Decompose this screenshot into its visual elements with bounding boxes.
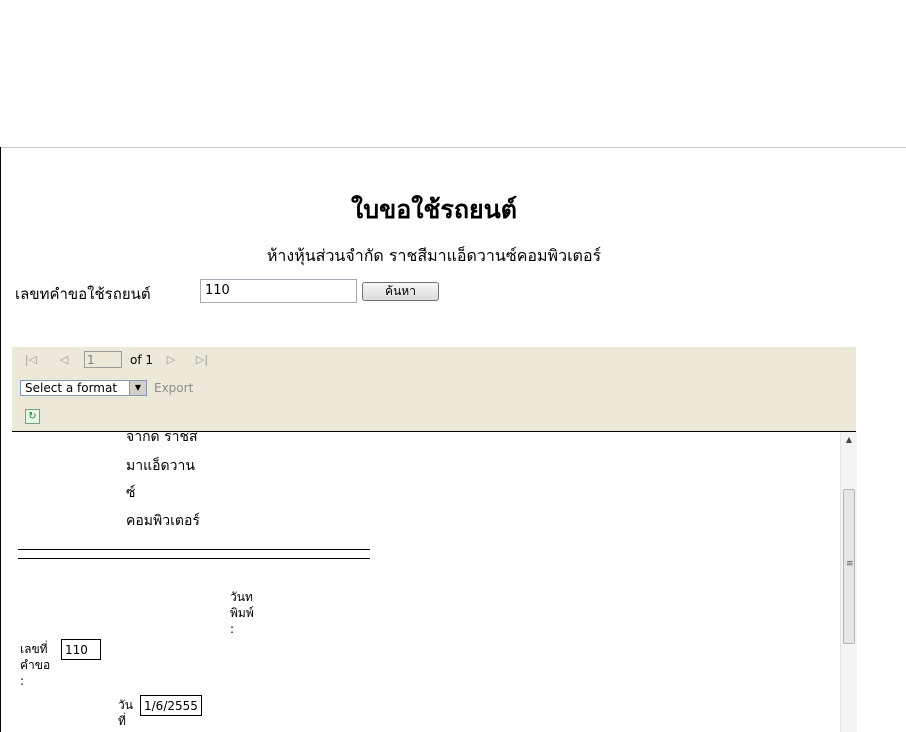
date-label-line: ที่ xyxy=(118,714,126,728)
left-border xyxy=(0,147,1,732)
report-content: จากด ราชส มาแอ็ดวาน ซ์ คอมพิวเตอร์ วันท … xyxy=(12,432,840,732)
report-company-line: ซ์ xyxy=(126,485,136,501)
refresh-icon[interactable]: ↻ xyxy=(25,409,40,424)
print-date-label-line: พิมพ์ xyxy=(230,606,254,620)
print-date-label-line: วันท xyxy=(230,590,253,604)
company-name: ห้างหุ้นส่วนจำกัด ราชสีมาแอ็ดวานซ์คอมพิว… xyxy=(266,246,602,265)
search-button[interactable]: ค้นหา xyxy=(362,282,439,301)
page-title: ใบขอใช้รถยนต์ xyxy=(351,195,517,224)
date-value: 1/6/2555 xyxy=(140,695,202,716)
report-company-line: มาแอ็ดวาน xyxy=(126,458,195,474)
next-page-icon[interactable]: ▷ xyxy=(164,352,178,368)
print-date-label-line: : xyxy=(230,622,235,636)
report-scrollbar[interactable]: ▲ ≡ xyxy=(840,432,857,732)
request-number-label: เลขทคำขอใช้รถยนต์ xyxy=(15,285,151,303)
date-label-line: วัน xyxy=(118,698,133,712)
first-page-icon[interactable]: |◁ xyxy=(24,352,38,368)
scroll-up-icon[interactable]: ▲ xyxy=(841,432,857,448)
report-divider xyxy=(18,558,370,559)
request-no-label-line: เลขที่ xyxy=(20,642,48,656)
blank-header-area xyxy=(0,0,906,147)
page-count: of 1 xyxy=(130,353,154,367)
header-divider xyxy=(0,147,906,148)
request-no-label-line: คำขอ xyxy=(20,658,51,672)
report-company-line: คอมพิวเตอร์ xyxy=(126,513,200,529)
request-number-input[interactable] xyxy=(200,279,357,303)
previous-page-icon[interactable]: ◁ xyxy=(57,352,71,368)
grip-icon: ≡ xyxy=(846,559,854,569)
export-link[interactable]: Export xyxy=(154,381,193,395)
scroll-thumb[interactable]: ≡ xyxy=(843,489,855,644)
chevron-down-icon[interactable]: ▼ xyxy=(129,381,146,395)
last-page-icon[interactable]: ▷| xyxy=(195,352,209,368)
export-format-select[interactable]: Select a format ▼ xyxy=(20,380,147,396)
request-no-label-line: : xyxy=(20,674,25,688)
page-number-input[interactable]: 1 xyxy=(84,351,122,368)
request-no-value: 110 xyxy=(61,639,101,660)
report-company-line: จากด ราชส xyxy=(126,432,198,445)
export-format-value: Select a format xyxy=(25,381,118,395)
report-divider xyxy=(18,549,370,550)
